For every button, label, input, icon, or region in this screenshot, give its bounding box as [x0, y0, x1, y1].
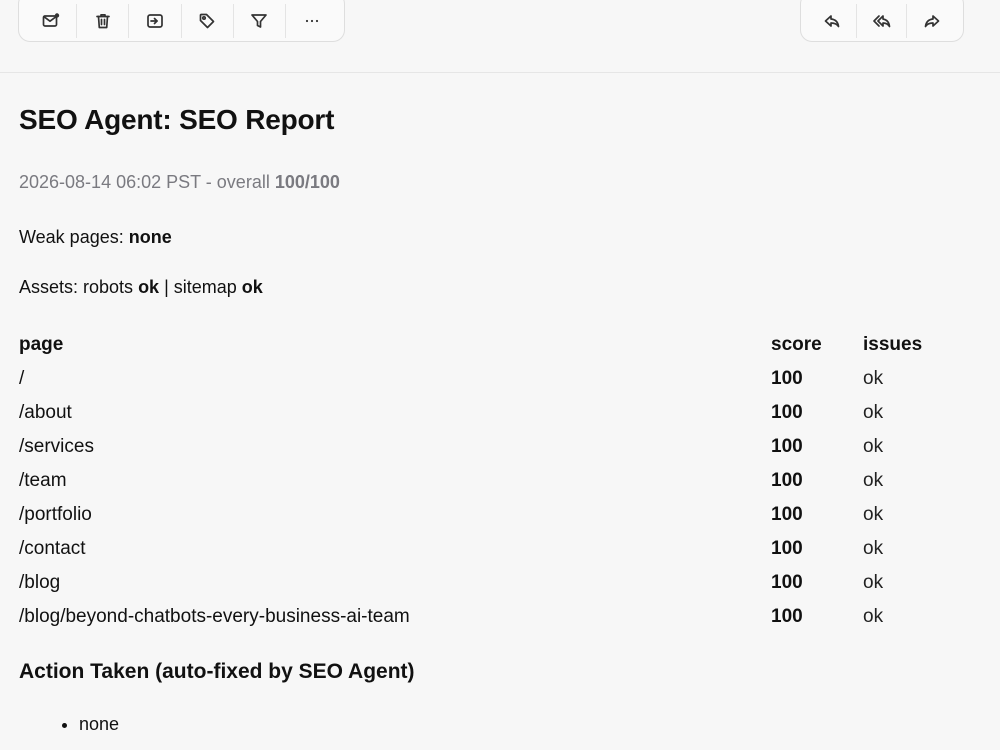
action-taken-heading: Action Taken (auto-fixed by SEO Agent): [19, 660, 415, 683]
row-page: /team: [19, 470, 67, 491]
filter-button[interactable]: [234, 4, 286, 38]
table-header-row: page score issues: [19, 328, 949, 362]
table-row: /services 100 ok: [19, 430, 949, 464]
row-issues: ok: [863, 572, 884, 593]
tag-icon: [199, 13, 215, 29]
row-page: /services: [19, 436, 94, 457]
robots-status: ok: [138, 277, 160, 297]
row-issues: ok: [863, 470, 884, 491]
table-row: /about 100 ok: [19, 396, 949, 430]
reply-all-icon: [872, 15, 890, 28]
row-score: 100: [771, 402, 803, 423]
row-score: 100: [771, 470, 803, 491]
report-timestamp: 2026-08-14 06:02 PST - overall: [19, 172, 275, 192]
delete-button[interactable]: [77, 4, 130, 38]
weak-pages-value: none: [128, 227, 172, 247]
row-score: 100: [771, 368, 803, 389]
row-issues: ok: [863, 504, 884, 525]
table-row: /contact 100 ok: [19, 532, 949, 566]
row-page: /contact: [19, 538, 86, 559]
row-score: 100: [771, 436, 803, 457]
table-row: / 100 ok: [19, 362, 949, 396]
assets-label: Assets: robots: [19, 277, 139, 297]
header-page: page: [19, 334, 64, 355]
assets-line: Assets: robots ok | sitemap ok: [19, 277, 263, 298]
sitemap-status: ok: [241, 277, 263, 297]
mark-unread-icon: [42, 13, 59, 27]
row-score: 100: [771, 572, 803, 593]
overall-score: 100/100: [274, 172, 340, 192]
forward-button[interactable]: [907, 4, 957, 38]
row-page: /: [19, 368, 25, 389]
row-page: /portfolio: [19, 504, 92, 525]
mark-unread-button[interactable]: [25, 4, 78, 38]
table-row: /blog/beyond-chatbots-every-business-ai-…: [19, 600, 949, 634]
row-score: 100: [771, 504, 803, 525]
report-meta: 2026-08-14 06:02 PST - overall 100/100: [19, 172, 340, 193]
table-row: /blog 100 ok: [19, 566, 949, 600]
reply-icon: [824, 15, 839, 28]
table-row: /portfolio 100 ok: [19, 498, 949, 532]
weak-pages-line: Weak pages: none: [19, 227, 172, 248]
move-icon: [147, 14, 163, 28]
message-toolbar: [0, 0, 1000, 73]
move-button[interactable]: [129, 4, 182, 38]
more-button[interactable]: [286, 4, 338, 38]
reply-all-button[interactable]: [857, 4, 908, 38]
header-issues: issues: [863, 334, 923, 355]
page-scores-table: page score issues / 100 ok /about 100 ok…: [19, 328, 949, 634]
row-page: /blog/beyond-chatbots-every-business-ai-…: [19, 606, 410, 627]
reply-button[interactable]: [807, 4, 858, 38]
list-item: none: [79, 712, 119, 736]
row-issues: ok: [863, 538, 884, 559]
row-page: /blog: [19, 572, 61, 593]
row-score: 100: [771, 606, 803, 627]
row-issues: ok: [863, 402, 884, 423]
trash-icon: [95, 13, 110, 29]
email-body: SEO Agent: SEO Report 2026-08-14 06:02 P…: [19, 100, 959, 734]
header-score: score: [771, 334, 822, 355]
forward-icon: [924, 15, 940, 28]
message-actions-group: [18, 0, 345, 42]
table-row: /team 100 ok: [19, 464, 949, 498]
assets-separator: | sitemap: [159, 277, 242, 297]
email-subject: SEO Agent: SEO Report: [19, 104, 335, 135]
row-score: 100: [771, 538, 803, 559]
tag-button[interactable]: [182, 4, 234, 38]
more-icon: [305, 19, 319, 23]
row-issues: ok: [863, 606, 884, 627]
weak-pages-label: Weak pages:: [19, 227, 129, 247]
row-page: /about: [19, 402, 72, 423]
reply-actions-group: [800, 0, 964, 42]
action-list: none: [19, 712, 119, 736]
filter-icon: [251, 14, 268, 28]
row-issues: ok: [863, 436, 884, 457]
row-issues: ok: [863, 368, 884, 389]
